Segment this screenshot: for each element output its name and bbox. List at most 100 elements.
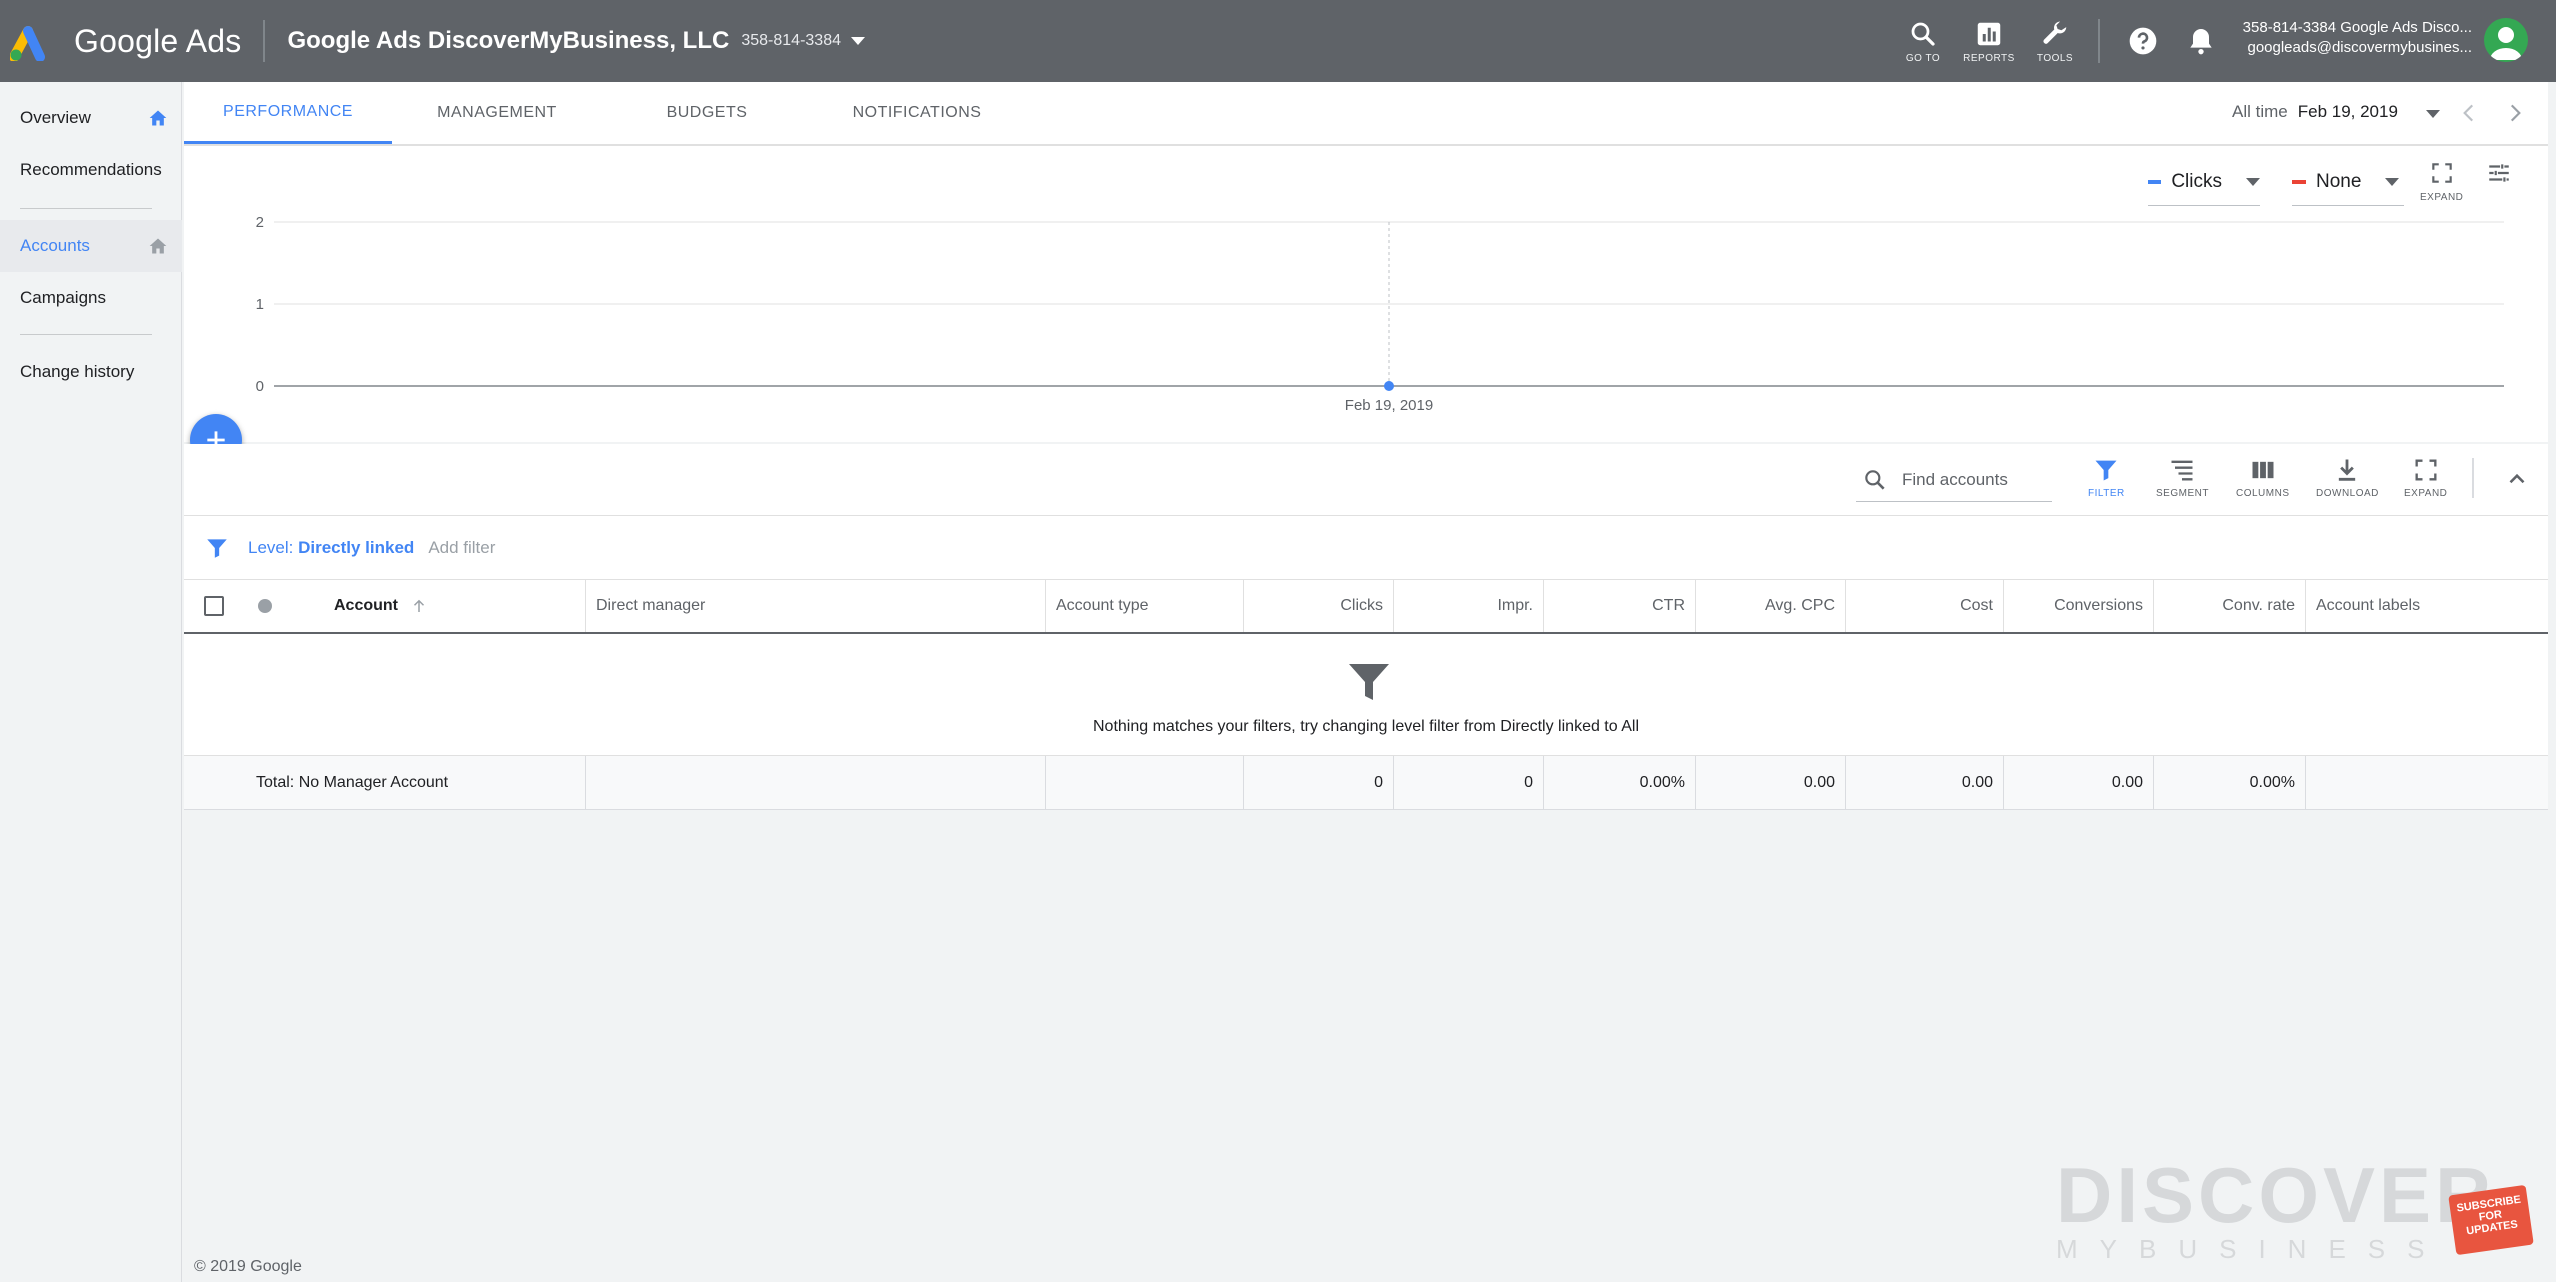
fullscreen-icon bbox=[2415, 459, 2437, 481]
segment-button[interactable]: SEGMENT bbox=[2156, 456, 2209, 499]
goto-button[interactable]: GO TO bbox=[1890, 19, 1956, 64]
table-toolbar: FILTER SEGMENT COLUMNS DOWNLOAD EXPAND bbox=[184, 444, 2548, 516]
filter-bar: Level: Directly linked Add filter bbox=[184, 516, 2548, 580]
empty-state: Nothing matches your filters, try changi… bbox=[184, 634, 2548, 756]
sidebar-item-label: Recommendations bbox=[20, 160, 162, 179]
chart-settings-button[interactable] bbox=[2486, 160, 2512, 192]
column-header-account[interactable]: Account bbox=[324, 580, 586, 632]
tools-button[interactable]: TOOLS bbox=[2022, 19, 2088, 64]
chevron-up-icon[interactable] bbox=[2504, 466, 2530, 492]
y-tick-label: 2 bbox=[256, 214, 264, 231]
person-icon bbox=[2490, 27, 2522, 60]
total-ctr-cell: 0.00% bbox=[1544, 756, 1696, 810]
sidebar-item-campaigns[interactable]: Campaigns bbox=[0, 272, 182, 324]
page-tabs: PERFORMANCE MANAGEMENT BUDGETS NOTIFICAT… bbox=[184, 82, 2548, 146]
filter-button[interactable]: FILTER bbox=[2088, 456, 2125, 499]
subscribe-badge[interactable]: SUBSCRIBE FOR UPDATES bbox=[2448, 1184, 2534, 1256]
column-header-account-labels[interactable]: Account labels bbox=[2306, 580, 2548, 632]
user-info[interactable]: 358-814-3384 Google Ads Disco... googlea… bbox=[2232, 18, 2472, 58]
metric-color-swatch bbox=[2292, 179, 2306, 184]
metric-selector-primary[interactable]: Clicks bbox=[2148, 158, 2260, 206]
reports-button[interactable]: REPORTS bbox=[1956, 19, 2022, 64]
chevron-left-icon[interactable] bbox=[2456, 100, 2482, 126]
sidebar-item-change-history[interactable]: Change history bbox=[0, 346, 182, 398]
download-icon bbox=[2339, 459, 2356, 481]
select-all-checkbox[interactable] bbox=[204, 596, 224, 616]
search-icon bbox=[1911, 22, 1935, 46]
sidebar-item-label: Overview bbox=[20, 108, 91, 127]
date-range-picker[interactable]: All time Feb 19, 2019 bbox=[2232, 102, 2398, 122]
level-filter-chip[interactable]: Level: Directly linked bbox=[248, 538, 414, 558]
tab-performance[interactable]: PERFORMANCE bbox=[184, 82, 392, 144]
columns-button[interactable]: COLUMNS bbox=[2236, 456, 2290, 499]
account-switcher[interactable]: Google Ads DiscoverMyBusiness, LLC 358-8… bbox=[287, 27, 865, 55]
column-header-label: Avg. CPC bbox=[1765, 597, 1835, 614]
help-button[interactable] bbox=[2114, 25, 2172, 57]
caret-down-icon bbox=[2385, 177, 2400, 186]
chart-expand-button[interactable]: EXPAND bbox=[2420, 160, 2463, 203]
home-icon bbox=[149, 110, 167, 126]
account-search bbox=[1856, 458, 2052, 502]
caret-down-icon bbox=[850, 37, 865, 45]
tab-budgets[interactable]: BUDGETS bbox=[602, 82, 812, 144]
caret-down-icon[interactable] bbox=[2426, 110, 2440, 118]
notifications-button[interactable] bbox=[2172, 25, 2230, 57]
table-row: Total: No Manager Account 0 0 0.00% 0.00… bbox=[184, 756, 2548, 810]
performance-chart: 0 1 2 Feb 19, 2019 Clicks None EXPAND bbox=[184, 146, 2548, 442]
metric-color-swatch bbox=[2148, 179, 2162, 184]
tab-notifications[interactable]: NOTIFICATIONS bbox=[812, 82, 1022, 144]
user-email: googleads@discovermybusines... bbox=[2247, 39, 2472, 56]
data-point[interactable] bbox=[1384, 381, 1394, 391]
column-header-ctr[interactable]: CTR bbox=[1544, 580, 1696, 632]
column-header-label: Account type bbox=[1056, 597, 1149, 614]
add-filter-link[interactable]: Add filter bbox=[428, 538, 495, 558]
metric-label: Clicks bbox=[2171, 170, 2222, 192]
google-ads-logo-icon bbox=[10, 26, 45, 61]
y-tick-label: 0 bbox=[256, 378, 264, 395]
caret-down-icon bbox=[2246, 177, 2260, 186]
reports-icon bbox=[1977, 22, 2001, 45]
column-header-avg-cpc[interactable]: Avg. CPC bbox=[1696, 580, 1846, 632]
wrench-icon bbox=[2043, 21, 2067, 44]
column-header-label: Conversions bbox=[2054, 597, 2143, 614]
tools-label: TOOLS bbox=[2036, 52, 2074, 64]
filter-icon bbox=[2095, 460, 2117, 481]
product-name: Google Ads bbox=[74, 22, 242, 59]
sidebar-item-recommendations[interactable]: Recommendations bbox=[0, 144, 182, 196]
column-header-label: CTR bbox=[1652, 597, 1685, 614]
column-header-clicks[interactable]: Clicks bbox=[1244, 580, 1394, 632]
column-header-label: Clicks bbox=[1340, 597, 1383, 614]
column-header-impr[interactable]: Impr. bbox=[1394, 580, 1544, 632]
sidebar: Overview Recommendations Accounts Campai… bbox=[0, 82, 182, 1282]
tab-label: NOTIFICATIONS bbox=[852, 104, 982, 121]
topbar-tools: GO TO REPORTS TOOLS bbox=[1890, 0, 2230, 82]
sidebar-item-label: Change history bbox=[20, 362, 135, 381]
sidebar-item-accounts[interactable]: Accounts bbox=[0, 220, 182, 272]
account-name: Google Ads DiscoverMyBusiness, LLC bbox=[287, 27, 730, 54]
column-header-cost[interactable]: Cost bbox=[1846, 580, 2004, 632]
help-icon bbox=[2129, 27, 2157, 55]
sidebar-item-label: Accounts bbox=[20, 236, 90, 255]
tab-label: PERFORMANCE bbox=[223, 102, 353, 120]
bell-icon bbox=[2190, 29, 2212, 55]
metric-selector-secondary[interactable]: None bbox=[2292, 158, 2404, 206]
tab-management[interactable]: MANAGEMENT bbox=[392, 82, 602, 144]
table-expand-button[interactable]: EXPAND bbox=[2404, 456, 2447, 499]
google-ads-logo[interactable]: Google Ads bbox=[10, 0, 241, 82]
columns-label: COLUMNS bbox=[2236, 488, 2290, 499]
total-conv-rate-cell: 0.00% bbox=[2154, 756, 2306, 810]
column-header-conv-rate[interactable]: Conv. rate bbox=[2154, 580, 2306, 632]
sidebar-divider bbox=[20, 334, 152, 335]
column-header-account-type[interactable]: Account type bbox=[1046, 580, 1244, 632]
x-tick-label: Feb 19, 2019 bbox=[1345, 397, 1433, 414]
column-header-direct-manager[interactable]: Direct manager bbox=[586, 580, 1046, 632]
segment-label: SEGMENT bbox=[2156, 488, 2209, 499]
column-header-conversions[interactable]: Conversions bbox=[2004, 580, 2154, 632]
download-button[interactable]: DOWNLOAD bbox=[2316, 456, 2379, 499]
chevron-right-icon[interactable] bbox=[2502, 100, 2528, 126]
avatar[interactable] bbox=[2484, 18, 2528, 62]
search-input[interactable] bbox=[1902, 469, 2052, 490]
sidebar-item-overview[interactable]: Overview bbox=[0, 92, 182, 144]
watermark-logo: DISCOVER MYBUSINESS bbox=[2056, 1150, 2491, 1264]
watermark-sub-text: MYBUSINESS bbox=[2056, 1234, 2447, 1264]
